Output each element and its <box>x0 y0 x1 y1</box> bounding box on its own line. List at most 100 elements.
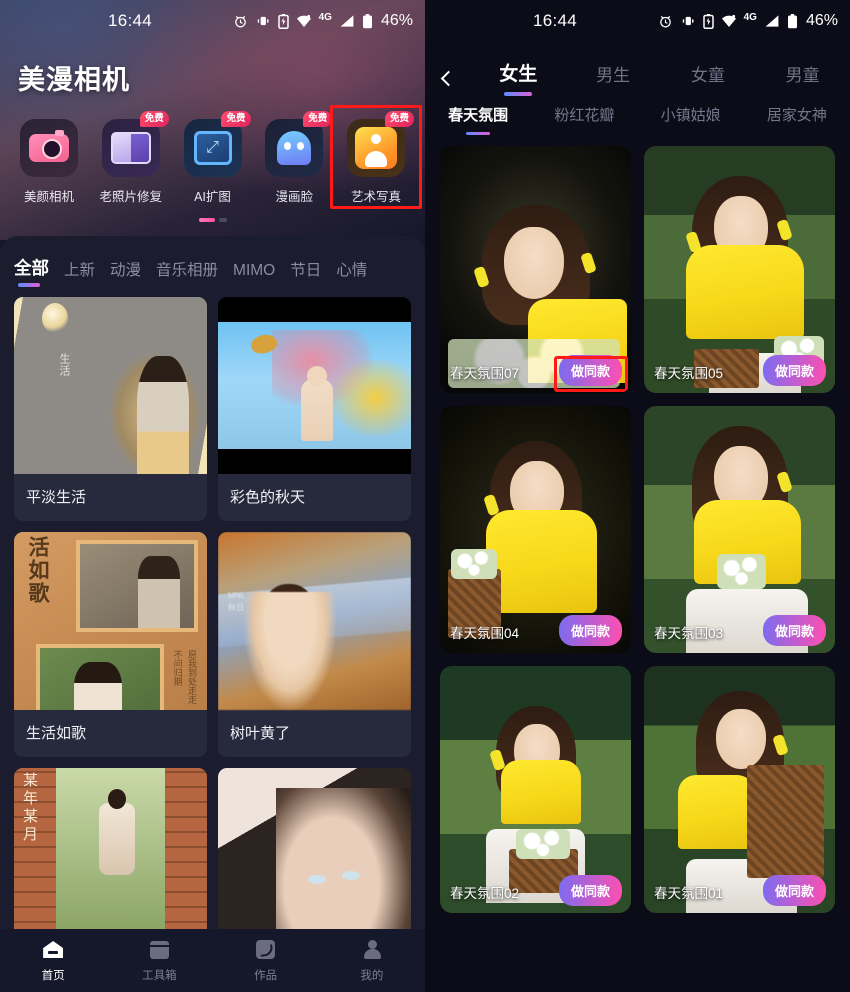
tool-item-ai-expand[interactable]: ⤢ 免费 AI扩图 <box>176 111 251 205</box>
tool-item-photo-restore[interactable]: 免费 老照片修复 <box>94 111 169 205</box>
vibrate-icon <box>255 14 271 28</box>
tab-music-album[interactable]: 音乐相册 <box>156 258 218 289</box>
nav-item-home[interactable]: 首页 <box>0 939 106 983</box>
status-time: 16:44 <box>108 11 153 30</box>
profile-icon <box>361 939 383 961</box>
free-badge: 免费 <box>384 111 414 127</box>
style-name: 春天氛围01 <box>654 886 724 901</box>
wifi-icon <box>296 14 312 28</box>
tab-all[interactable]: 全部 <box>14 255 49 289</box>
template-grid: 生活 平淡生活 彩色的秋天 活如歌 愿我到处走走 不问归期 生活如歌 MNL 秋… <box>0 289 425 992</box>
battery-icon <box>787 13 798 29</box>
category-tab-bar: 全部 上新 动漫 音乐相册 MIMO 节日 心情 <box>0 236 425 289</box>
status-time: 16:44 <box>533 11 578 30</box>
tab-anime[interactable]: 动漫 <box>110 258 141 289</box>
comic-face-icon <box>265 119 324 177</box>
nav-label: 作品 <box>254 969 278 982</box>
tool-icon-wrap: 免费 <box>265 111 333 177</box>
toolbox-icon <box>148 939 170 961</box>
back-chevron-icon <box>440 70 456 87</box>
style-name: 春天氛围05 <box>654 366 724 381</box>
style-card[interactable]: 春天氛围07 做同款 <box>440 146 631 393</box>
template-name: 平淡生活 <box>26 489 87 507</box>
make-same-button[interactable]: 做同款 <box>558 615 622 646</box>
style-card[interactable]: 春天氛围02 做同款 <box>440 666 631 913</box>
tool-label: AI扩图 <box>194 190 231 204</box>
tab-girl-kid[interactable]: 女童 <box>661 61 756 98</box>
template-name: 彩色的秋天 <box>230 489 306 507</box>
battery-percent: 46% <box>380 12 413 29</box>
style-name: 春天氛围03 <box>654 626 724 641</box>
template-name: 生活如歌 <box>26 724 87 742</box>
make-same-button[interactable]: 做同款 <box>762 355 826 386</box>
status-bar-left: 16:44 4G 46% <box>0 0 425 42</box>
tool-item-art-portrait[interactable]: 免费 艺术写真 <box>330 105 422 209</box>
tool-shortcuts-row: 美颜相机 免费 老照片修复 ⤢ 免费 AI扩图 免费 漫画脸 免费 艺术写真 <box>6 105 422 209</box>
art-portrait-icon <box>347 119 405 177</box>
tool-icon-wrap: 免费 <box>101 111 169 177</box>
template-card[interactable]: 活如歌 愿我到处走走 不问归期 生活如歌 <box>14 532 207 757</box>
style-card[interactable]: 春天氛围03 做同款 <box>644 406 835 653</box>
carousel-page-dots[interactable] <box>0 218 425 222</box>
tab-boy[interactable]: 男生 <box>566 61 661 98</box>
subtab-town-girl[interactable]: 小镇姑娘 <box>638 104 744 138</box>
tab-girl[interactable]: 女生 <box>471 59 566 98</box>
page-dot-active[interactable] <box>198 218 215 222</box>
template-card[interactable]: 彩色的秋天 <box>218 297 411 522</box>
tab-boy-kid[interactable]: 男童 <box>755 61 850 98</box>
tool-item-comic-face[interactable]: 免费 漫画脸 <box>257 111 333 205</box>
style-subtab-bar: 春天氛围 粉红花瓣 小镇姑娘 居家女神 <box>425 98 850 138</box>
battery-saver-icon <box>277 13 289 29</box>
left-phone-screen: 16:44 4G 46% 美漫相机 美颜相机 免费 老照片修复 ⤢ 免费 AI扩… <box>0 0 425 992</box>
style-name: 春天氛围04 <box>450 626 520 641</box>
alarm-icon <box>233 14 248 29</box>
make-same-button[interactable]: 做同款 <box>762 875 826 906</box>
ai-expand-icon: ⤢ <box>183 119 242 177</box>
right-phone-screen: 16:44 4G 46% 女生 男生 女童 男童 春天氛围 粉红花瓣 小镇姑娘 … <box>425 0 850 992</box>
status-icons: 4G 46% <box>658 12 838 30</box>
tool-icon-wrap <box>20 119 78 177</box>
make-same-button[interactable]: 做同款 <box>558 875 622 906</box>
dual-screenshot: 16:44 4G 46% 美漫相机 美颜相机 免费 老照片修复 ⤢ 免费 AI扩… <box>0 0 850 992</box>
template-thumbnail: MNL 秋日 <box>218 532 411 710</box>
page-title: 美漫相机 <box>18 65 130 95</box>
tab-new[interactable]: 上新 <box>64 258 95 289</box>
vibrate-icon <box>680 14 696 28</box>
tool-label: 美颜相机 <box>23 190 74 204</box>
style-card[interactable]: 春天氛围01 做同款 <box>644 666 835 913</box>
nav-item-toolbox[interactable]: 工具箱 <box>106 939 212 983</box>
back-button[interactable] <box>425 70 471 98</box>
tab-festival[interactable]: 节日 <box>290 258 321 289</box>
make-same-button[interactable]: 做同款 <box>558 355 622 386</box>
bottom-navigation-bar: 首页 工具箱 作品 我的 <box>0 929 425 992</box>
gender-tab-bar: 女生 男生 女童 男童 <box>425 42 850 98</box>
battery-saver-icon <box>702 13 714 29</box>
make-same-button[interactable]: 做同款 <box>762 615 826 646</box>
template-card[interactable]: 生活 平淡生活 <box>14 297 207 522</box>
nav-item-works[interactable]: 作品 <box>213 939 319 983</box>
tool-item-beauty-camera[interactable]: 美颜相机 <box>12 119 86 205</box>
free-badge: 免费 <box>221 111 251 127</box>
alarm-icon <box>658 14 673 29</box>
subtab-pink-petals[interactable]: 粉红花瓣 <box>531 104 637 138</box>
tool-label: 老照片修复 <box>99 190 162 204</box>
status-icons: 4G 46% <box>233 12 413 30</box>
template-sheet: 全部 上新 动漫 音乐相册 MIMO 节日 心情 生活 平淡生活 彩色的秋天 活… <box>0 236 425 992</box>
battery-percent: 46% <box>805 12 838 29</box>
style-card[interactable]: 春天氛围05 做同款 <box>644 146 835 393</box>
subtab-spring-mood[interactable]: 春天氛围 <box>425 104 531 138</box>
tab-mood[interactable]: 心情 <box>336 258 367 289</box>
home-icon <box>42 939 64 961</box>
page-dot[interactable] <box>218 218 227 222</box>
nav-item-profile[interactable]: 我的 <box>319 939 425 983</box>
template-card[interactable]: MNL 秋日 树叶黄了 <box>218 532 411 757</box>
tab-mimo[interactable]: MIMO <box>233 262 275 289</box>
network-type-label: 4G <box>743 11 757 23</box>
style-card[interactable]: 春天氛围04 做同款 <box>440 406 631 653</box>
subtab-home-goddess[interactable]: 居家女神 <box>744 104 850 138</box>
camera-icon <box>20 119 78 177</box>
works-icon <box>255 939 277 961</box>
network-type-label: 4G <box>318 11 332 23</box>
free-badge: 免费 <box>303 111 333 127</box>
template-thumbnail: 生活 <box>14 297 207 475</box>
